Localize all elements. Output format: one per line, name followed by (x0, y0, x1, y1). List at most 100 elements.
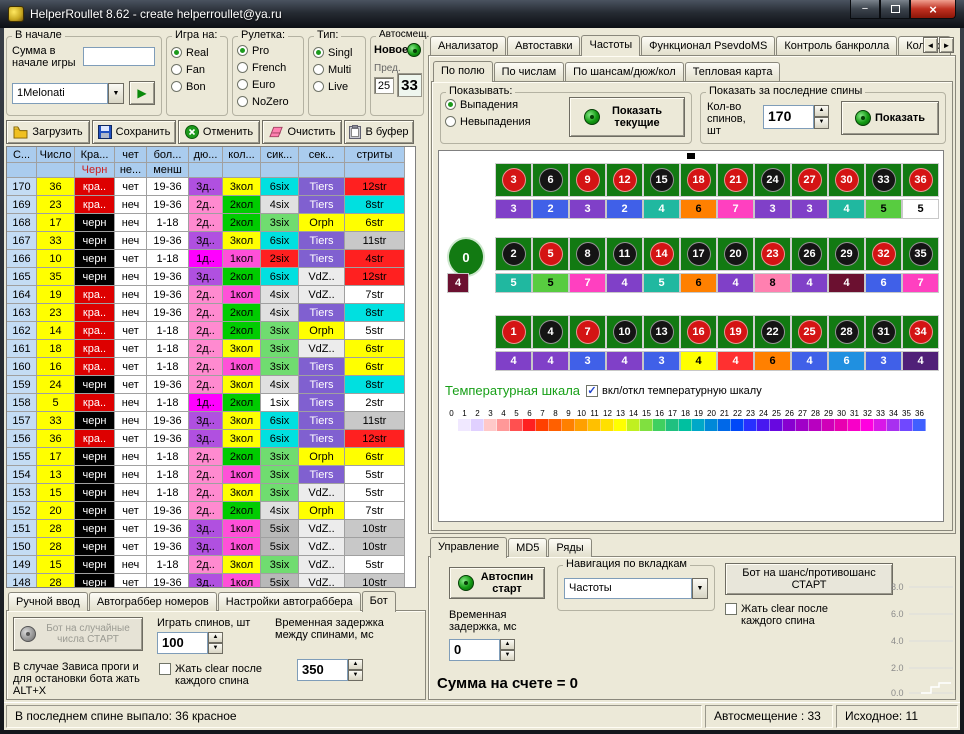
tab-left-0[interactable]: Ручной ввод (8, 592, 88, 611)
show-button[interactable]: Показать (841, 101, 939, 135)
heat-tick-color (523, 419, 536, 431)
radio-real[interactable]: Real (171, 45, 227, 60)
spin-up-icon[interactable]: ▲ (500, 639, 515, 650)
radio-live[interactable]: Live (313, 79, 365, 94)
autoshift-group: Автосмещ. Новое Пред. 25 33 (370, 36, 424, 116)
heat-tick-label: 31 (850, 409, 859, 419)
last-spins-stepper[interactable]: 170 ▲▼ (763, 105, 829, 129)
clear-after-spin-checkbox[interactable]: Жать clear после каждого спина (159, 663, 267, 687)
heat-tick: 6 (523, 409, 536, 431)
field-number-cell: 32 (865, 237, 902, 271)
save-button[interactable]: Сохранить (92, 120, 176, 144)
subtab-3[interactable]: Тепловая карта (685, 62, 781, 81)
nav-combobox[interactable]: Частоты ▼ (564, 578, 708, 599)
temp-scale-checkbox[interactable]: ✓вкл/откл температурную шкалу (586, 385, 762, 397)
spin-down-icon[interactable]: ▼ (208, 643, 223, 654)
spin-down-icon[interactable]: ▼ (348, 670, 363, 681)
subtab-1[interactable]: По числам (494, 62, 565, 81)
temp-scale-row: Температурная шкала✓вкл/откл температурн… (445, 383, 762, 398)
start-sum-input[interactable] (83, 47, 155, 66)
maximize-button[interactable] (880, 0, 910, 19)
window-title: HelperRoullet 8.62 - create helperroulle… (30, 7, 282, 21)
field-number-cell: 35 (902, 237, 939, 271)
delay-value[interactable]: 0 (449, 639, 500, 661)
spin-down-icon[interactable]: ▼ (500, 650, 515, 661)
table-subheader-cell: менш (147, 163, 189, 178)
spin-down-icon[interactable]: ▼ (814, 117, 829, 129)
zero-cell: 0 (447, 237, 485, 277)
table-cell: черн (75, 448, 115, 466)
field-resize-handle[interactable] (687, 153, 695, 159)
play-button[interactable]: ▶ (129, 81, 155, 105)
radio-bon[interactable]: Bon (171, 79, 227, 94)
random-bot-start-button[interactable]: Бот на случайные числа СТАРТ (13, 617, 143, 651)
tab-ctl-1[interactable]: MD5 (508, 538, 547, 557)
undo-button[interactable]: Отменить (178, 120, 260, 144)
autospin-start-button[interactable]: Автоспин старт (449, 567, 545, 599)
table-cell: неч (115, 286, 147, 304)
spin-up-icon[interactable]: ▲ (814, 105, 829, 117)
radio-fan[interactable]: Fan (171, 62, 227, 77)
heat-tick: 17 (666, 409, 679, 431)
chevron-down-icon[interactable]: ▼ (692, 578, 708, 599)
table-cell: чет (115, 430, 147, 448)
tab-ctl-2[interactable]: Ряды (548, 538, 591, 557)
heat-tick-label: 36 (915, 409, 924, 419)
spin-up-icon[interactable]: ▲ (348, 659, 363, 670)
heat-tick: 16 (653, 409, 666, 431)
radio-euro[interactable]: Euro (237, 77, 303, 92)
copy-buffer-button[interactable]: В буфер (344, 120, 414, 144)
spin-delay-stepper[interactable]: 350 ▲▼ (297, 659, 363, 681)
minimize-button[interactable]: − (850, 0, 880, 19)
tab-right-3[interactable]: Функционал PsevdoMS (641, 36, 775, 55)
subtab-2[interactable]: По шансам/дюж/кол (565, 62, 684, 81)
subtab-0[interactable]: По полю (433, 61, 493, 82)
chance-bot-start-button[interactable]: Бот на шанс/противошанс СТАРТ (725, 563, 893, 595)
load-button[interactable]: Загрузить (6, 120, 90, 144)
tab-right-2[interactable]: Частоты (581, 35, 640, 56)
tab-scroll-left-button[interactable]: ◄ (923, 37, 938, 53)
autoshift-new-button[interactable]: Новое (374, 44, 408, 56)
field-number-cell: 3 (495, 163, 532, 197)
radio-pro[interactable]: Pro (237, 43, 303, 58)
spins-count-stepper[interactable]: 100 ▲▼ (157, 632, 223, 654)
spin-delay-value[interactable]: 350 (297, 659, 348, 681)
radio-singl[interactable]: Singl (313, 45, 365, 60)
tab-right-4[interactable]: Контроль банкролла (776, 36, 897, 55)
spins-count-value[interactable]: 100 (157, 632, 208, 654)
tab-left-1[interactable]: Автограббер номеров (89, 592, 217, 611)
close-button[interactable]: × (910, 0, 956, 19)
show-current-button[interactable]: Показать текущие (569, 97, 685, 137)
heat-tick-color (809, 419, 822, 431)
field-number-cell: 26 (791, 237, 828, 271)
profile-combobox[interactable]: 1Melonati ▼ (12, 83, 124, 104)
last-spins-value[interactable]: 170 (763, 105, 814, 129)
radio-multi[interactable]: Multi (313, 62, 365, 77)
heat-tick-label: 34 (889, 409, 898, 419)
heat-tick: 35 (900, 409, 913, 431)
delay-stepper[interactable]: 0 ▲▼ (449, 639, 515, 661)
heat-tick-label: 23 (746, 409, 755, 419)
field-number-cell: 2 (495, 237, 532, 271)
radio-french[interactable]: French (237, 60, 303, 75)
tab-right-1[interactable]: Автоставки (507, 36, 580, 55)
clear-button[interactable]: Очистить (262, 120, 342, 144)
table-cell: неч (115, 214, 147, 232)
radio-icon (171, 64, 182, 75)
tab-left-3[interactable]: Бот (362, 591, 396, 612)
title-bar[interactable]: HelperRoullet 8.62 - create helperroulle… (0, 0, 964, 28)
tab-scroll-right-button[interactable]: ► (939, 37, 954, 53)
tab-left-2[interactable]: Настройки автограббера (218, 592, 361, 611)
spin-up-icon[interactable]: ▲ (208, 632, 223, 643)
table-cell: 152 (7, 502, 37, 520)
spins-table[interactable]: С...ЧислоКра...четбол...дю...кол...сик..… (6, 146, 416, 588)
heat-tick: 36 (913, 409, 926, 431)
tab-ctl-0[interactable]: Управление (430, 537, 507, 558)
tab-right-0[interactable]: Анализатор (430, 36, 506, 55)
field-freq-cell: 3 (791, 199, 828, 219)
chevron-down-icon[interactable]: ▼ (108, 83, 124, 104)
table-cell: 20 (37, 502, 75, 520)
radio-nozero[interactable]: NoZero (237, 94, 303, 109)
clear-after-spin-checkbox-right[interactable]: Жать clear после каждого спина (725, 603, 837, 627)
heat-tick: 4 (497, 409, 510, 431)
